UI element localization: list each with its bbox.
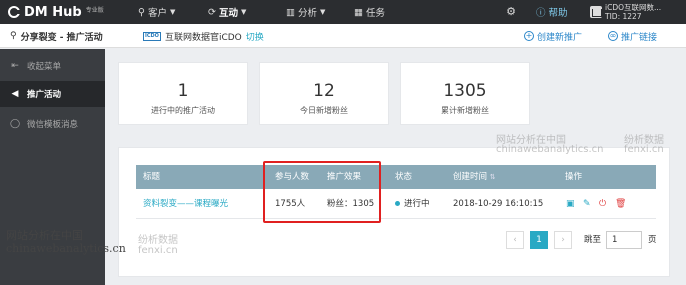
next-page-button[interactable]: › bbox=[554, 231, 572, 249]
table-row: 资料裂变——课程曝光 1755人 粉丝：1305 进行中 2018-10-29 … bbox=[136, 189, 656, 219]
org-switcher: ICDO 互联网数据官iCDO 切换 bbox=[143, 24, 264, 48]
header-actions: 操作 bbox=[565, 172, 583, 182]
settings-gear-icon[interactable]: ⚙ bbox=[504, 5, 518, 19]
create-promotion-button[interactable]: + 创建新推广 bbox=[524, 24, 582, 48]
header-status: 状态 bbox=[395, 172, 413, 182]
watermark-text: fenxi.cn bbox=[138, 245, 178, 256]
nav-customer[interactable]: ⚲ 客户 ▼ bbox=[138, 0, 175, 24]
org-logo: ICDO bbox=[143, 31, 161, 41]
plus-circle-icon: + bbox=[524, 31, 534, 41]
link-circle-icon: ∞ bbox=[608, 31, 618, 41]
watermark-text: 纷析数据 bbox=[138, 235, 178, 246]
row-status-label: 进行中 bbox=[404, 199, 430, 209]
nav-analysis-label: 分析 bbox=[297, 8, 317, 19]
watermark-text: chinawebanalytics.cn bbox=[496, 144, 604, 155]
sort-icon: ⇅ bbox=[489, 173, 496, 181]
grid-icon: ▦ bbox=[354, 6, 363, 18]
stat-label: 累计新增粉丝 bbox=[441, 106, 489, 115]
chat-icon: ◯ bbox=[9, 119, 21, 129]
stat-label: 进行中的推广活动 bbox=[151, 106, 215, 115]
sidebar-item-collapse[interactable]: ⇤ 收起菜单 bbox=[0, 53, 105, 79]
breadcrumb-text: 分享裂变 - 推广活动 bbox=[20, 32, 103, 43]
sidebar-item-label: 收起菜单 bbox=[27, 62, 62, 72]
user-menu[interactable]: iCDO互联网数... TID: 1227 bbox=[590, 2, 686, 22]
highlight-box bbox=[263, 161, 381, 223]
create-promotion-label: 创建新推广 bbox=[537, 32, 583, 43]
nav-task-label: 任务 bbox=[365, 8, 385, 19]
logo[interactable]: DM Hub 专业版 bbox=[8, 0, 104, 24]
edit-icon[interactable]: ✎ bbox=[583, 199, 591, 209]
refresh-icon: ⟳ bbox=[208, 6, 216, 18]
jump-page-input[interactable] bbox=[606, 231, 642, 249]
nav-interaction[interactable]: ⟳ 互动 ▼ bbox=[208, 0, 246, 24]
qrcode-icon[interactable]: ▣ bbox=[566, 199, 575, 209]
nav-analysis[interactable]: ▥ 分析 ▼ bbox=[286, 0, 325, 24]
stat-value: 12 bbox=[313, 81, 335, 101]
stat-label: 今日新增粉丝 bbox=[300, 106, 348, 115]
breadcrumb: ⚲ 分享裂变 - 推广活动 bbox=[10, 24, 103, 48]
delete-icon[interactable]: 🗑 bbox=[615, 199, 626, 209]
table-header: 标题 参与人数 推广效果 状态 创建时间 ⇅ 操作 bbox=[136, 165, 656, 189]
sidebar-item-label: 推广活动 bbox=[27, 90, 62, 100]
sidebar-item-promotion[interactable]: ◀ 推广活动 bbox=[0, 81, 105, 107]
promotion-link-button[interactable]: ∞ 推广链接 bbox=[608, 24, 657, 48]
person-icon: ⚲ bbox=[138, 6, 145, 18]
switch-org-link[interactable]: 切换 bbox=[246, 30, 264, 43]
row-title-link[interactable]: 资料裂变——课程曝光 bbox=[143, 189, 228, 219]
caret-down-icon: ▼ bbox=[320, 8, 326, 16]
nav-interaction-label: 互动 bbox=[218, 8, 238, 19]
avatar bbox=[590, 6, 602, 18]
stat-value: 1 bbox=[177, 81, 189, 101]
caret-down-icon: ▼ bbox=[169, 8, 176, 16]
jump-label: 跳至 bbox=[584, 235, 602, 245]
location-pin-icon: ⚲ bbox=[10, 31, 17, 41]
status-dot-icon bbox=[395, 201, 400, 206]
header-created[interactable]: 创建时间 ⇅ bbox=[453, 165, 496, 189]
tenant-id: TID: 1227 bbox=[605, 12, 642, 21]
edition-label: 专业版 bbox=[85, 6, 104, 14]
page-1-button[interactable]: 1 bbox=[530, 231, 548, 249]
header-title: 标题 bbox=[143, 172, 161, 182]
user-name: iCDO互联网数... bbox=[605, 3, 662, 12]
org-name: 互联网数据官iCDO bbox=[164, 32, 242, 43]
nav-customer-label: 客户 bbox=[147, 8, 167, 19]
watermark-text: chinawebanalytics.cn bbox=[6, 242, 126, 255]
promotion-link-label: 推广链接 bbox=[621, 32, 658, 43]
megaphone-icon: ◀ bbox=[11, 89, 19, 99]
header-created-label: 创建时间 bbox=[453, 172, 488, 182]
logo-text: DM Hub bbox=[24, 4, 82, 20]
power-icon[interactable]: ⏻ bbox=[599, 199, 606, 209]
stat-card-active: 1 进行中的推广活动 bbox=[118, 62, 248, 125]
watermark-text: fenxi.cn bbox=[624, 144, 664, 155]
row-status: 进行中 bbox=[395, 189, 430, 219]
stat-value: 1305 bbox=[443, 81, 487, 101]
page-unit-label: 页 bbox=[648, 235, 657, 245]
row-created: 2018-10-29 16:10:15 bbox=[453, 199, 544, 209]
stat-card-total: 1305 累计新增粉丝 bbox=[400, 62, 530, 125]
top-navbar: DM Hub 专业版 ⚲ 客户 ▼ ⟳ 互动 ▼ ▥ 分析 ▼ ▦ 任务 ⚙ ⓘ… bbox=[0, 0, 686, 24]
sidebar-item-wechat-template[interactable]: ◯ 微信模板消息 bbox=[0, 111, 105, 137]
sidebar-item-label: 微信模板消息 bbox=[27, 120, 79, 130]
help-icon: ⓘ bbox=[536, 8, 546, 19]
caret-down-icon: ▼ bbox=[240, 8, 247, 16]
stat-card-today: 12 今日新增粉丝 bbox=[259, 62, 389, 125]
collapse-icon: ⇤ bbox=[11, 61, 19, 71]
help-button[interactable]: ⓘ 帮助 bbox=[536, 0, 568, 24]
prev-page-button[interactable]: ‹ bbox=[506, 231, 524, 249]
logo-mark-icon bbox=[8, 6, 22, 18]
watermark-text: 网站分析在中国 bbox=[6, 229, 83, 242]
bar-chart-icon: ▥ bbox=[286, 6, 295, 18]
sub-header: ⚲ 分享裂变 - 推广活动 ICDO 互联网数据官iCDO 切换 + 创建新推广… bbox=[0, 24, 686, 48]
nav-task[interactable]: ▦ 任务 bbox=[354, 0, 385, 24]
help-label: 帮助 bbox=[548, 8, 568, 19]
